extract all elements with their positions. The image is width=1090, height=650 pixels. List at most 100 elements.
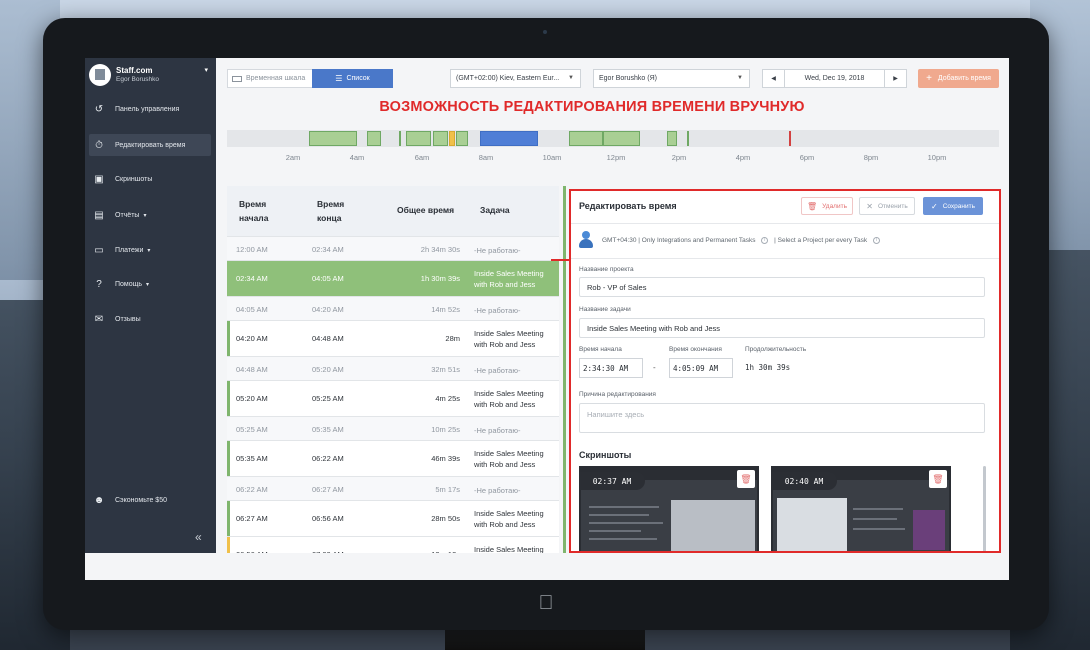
project-field[interactable]: Rob - VP of Sales bbox=[579, 277, 985, 297]
cell-task: -Не работаю- bbox=[474, 426, 521, 435]
table-row[interactable]: 06:27 AM 06:56 AM 28m 50s Inside Sales Meet… bbox=[227, 500, 559, 536]
table-row[interactable]: 05:35 AM 06:22 AM 46m 39s Inside Sales Meet… bbox=[227, 440, 559, 476]
sidebar-item-dashboard[interactable]: ↺ Панель управления bbox=[89, 98, 211, 120]
table-row[interactable]: 04:20 AM 04:48 AM 28m Inside Sales Meeting … bbox=[227, 320, 559, 356]
screenshots-icon: ▣ bbox=[94, 173, 104, 185]
cell-task: Inside Sales Meeting with Rob and Jess bbox=[474, 269, 544, 289]
table-row[interactable]: 06:22 AM 06:27 AM 5m 17s -Не работаю- bbox=[227, 476, 559, 500]
trash-icon[interactable]: 🗑 bbox=[737, 470, 755, 488]
task-label: Название задачи bbox=[579, 306, 631, 313]
sidebar-item-label: Скриншоты bbox=[115, 175, 153, 183]
caret-down-icon: ▾ bbox=[147, 247, 151, 254]
help-icon: ? bbox=[96, 278, 102, 290]
timeline-segment[interactable] bbox=[449, 131, 455, 146]
timeline-tick: 10pm bbox=[927, 153, 947, 162]
table-row[interactable]: 04:05 AM 04:20 AM 14m 52s -Не работаю- bbox=[227, 296, 559, 320]
screenshots-heading: Скриншоты bbox=[579, 450, 632, 460]
timeline-segment[interactable] bbox=[667, 131, 677, 146]
delete-label: Удалить bbox=[822, 202, 847, 210]
timeline-tick: 8pm bbox=[863, 153, 879, 162]
prev-day-button[interactable]: ◀ bbox=[763, 70, 785, 87]
sidebar-item-help[interactable]: ? Помощь ▾ bbox=[89, 273, 211, 295]
sidebar-item-reports[interactable]: ▤ Отчёты ▾ bbox=[89, 204, 211, 226]
timeline-segment[interactable] bbox=[406, 131, 431, 146]
scrollbar[interactable] bbox=[983, 466, 986, 551]
table-row[interactable]: 02:34 AM 04:05 AM 1h 30m 39s Inside Sales M… bbox=[227, 260, 559, 296]
avatar-head bbox=[582, 231, 590, 239]
collapse-sidebar-icon[interactable]: « bbox=[195, 530, 202, 544]
sidebar-item-label: Отчёты bbox=[115, 211, 140, 219]
header-total: Общее время bbox=[397, 205, 455, 215]
caret-down-icon: ▾ bbox=[146, 281, 150, 288]
cancel-button[interactable]: ✕ Отменить bbox=[859, 197, 915, 215]
edit-reason-input[interactable]: Напишите здесь bbox=[579, 403, 985, 433]
table-row[interactable]: 05:25 AM 05:35 AM 10m 25s -Не работаю- bbox=[227, 416, 559, 440]
timeline-segment[interactable] bbox=[687, 131, 689, 146]
info-icon[interactable]: i bbox=[872, 237, 880, 244]
end-time-input[interactable]: 4:05:09 AM bbox=[669, 358, 733, 378]
timeline-segment[interactable] bbox=[603, 131, 640, 146]
employee-select[interactable]: Egor Borushko (Я) ▼ bbox=[593, 69, 750, 88]
cell-end: 06:22 AM bbox=[312, 454, 344, 463]
view-timeline-button[interactable]: Временная шкала bbox=[227, 69, 313, 88]
timeline-segment[interactable] bbox=[456, 131, 468, 146]
cell-start: 04:20 AM bbox=[236, 334, 268, 343]
view-list-button[interactable]: ☰ Список bbox=[312, 69, 393, 88]
screenshot-thumbnail[interactable]: 02:37 AM 🗑 bbox=[579, 466, 759, 551]
sidebar-item-edit-time[interactable]: ⏱ Редактировать время bbox=[89, 134, 211, 156]
duration-value: 1h 30m 39s bbox=[745, 363, 791, 372]
cell-end: 04:48 AM bbox=[312, 334, 344, 343]
caret-down-icon: ▼ bbox=[568, 75, 574, 81]
save-button[interactable]: ✓ Сохранить bbox=[923, 197, 983, 215]
sidebar-item-feedback[interactable]: ✉ Отзывы bbox=[89, 308, 211, 330]
screenshot-line bbox=[589, 522, 663, 524]
cancel-label: Отменить bbox=[878, 202, 908, 210]
view-list-label: Список bbox=[346, 75, 370, 82]
date-value[interactable]: Wed, Dec 19, 2018 bbox=[785, 75, 884, 82]
cell-total: 2h 34m 30s bbox=[420, 245, 460, 254]
company-logo bbox=[89, 64, 111, 86]
cell-total: 46m 39s bbox=[431, 454, 460, 463]
timeline-segment[interactable] bbox=[569, 131, 603, 146]
dashboard-icon: ↺ bbox=[94, 103, 104, 115]
cell-end: 05:35 AM bbox=[312, 425, 344, 434]
list-icon: ☰ bbox=[335, 74, 343, 83]
sidebar-item-save-50[interactable]: ☻ Сэкономьте $50 bbox=[89, 489, 211, 511]
task-field[interactable]: Inside Sales Meeting with Rob and Jess bbox=[579, 318, 985, 338]
sidebar-item-label: Отзывы bbox=[115, 315, 141, 323]
table-row[interactable]: 06:56 AM 07:09 AM 12m 12s Inside Sales Meet… bbox=[227, 536, 559, 553]
cell-start: 12:00 AM bbox=[236, 245, 268, 254]
account-switcher[interactable]: Staff.com Egor Borushko ▾ bbox=[89, 64, 212, 92]
timezone-info-text: GMT+04:30 | Only Integrations and Perman… bbox=[602, 237, 756, 245]
day-timeline[interactable] bbox=[227, 130, 999, 147]
delete-button[interactable]: 🗑 Удалить bbox=[801, 197, 853, 215]
header-end: Время конца bbox=[317, 199, 345, 223]
next-day-button[interactable]: ▶ bbox=[884, 70, 906, 87]
cell-total: 14m 52s bbox=[431, 305, 460, 314]
trash-icon[interactable]: 🗑 bbox=[929, 470, 947, 488]
timezone-select[interactable]: (GMT+02:00) Kiev, Eastern Eur... ▼ bbox=[450, 69, 581, 88]
cell-start: 04:05 AM bbox=[236, 305, 268, 314]
start-time-input[interactable]: 2:34:30 AM bbox=[579, 358, 643, 378]
sidebar-item-screenshots[interactable]: ▣ Скриншоты bbox=[89, 168, 211, 190]
info-icon[interactable]: i bbox=[761, 237, 769, 244]
timeline-segment-selected[interactable] bbox=[480, 131, 538, 146]
table-row[interactable]: 12:00 AM 02:34 AM 2h 34m 30s -Не работаю- bbox=[227, 236, 559, 260]
table-row[interactable]: 04:48 AM 05:20 AM 32m 51s -Не работаю- bbox=[227, 356, 559, 380]
timeline-segment[interactable] bbox=[309, 131, 357, 146]
timeline-segment[interactable] bbox=[367, 131, 381, 146]
cell-end: 07:09 AM bbox=[312, 550, 344, 553]
add-time-button[interactable]: + Добавить время bbox=[918, 69, 999, 88]
timeline-tick: 12pm bbox=[606, 153, 626, 162]
table-row[interactable]: 05:20 AM 05:25 AM 4m 25s Inside Sales Meeti… bbox=[227, 380, 559, 416]
sidebar-item-payments[interactable]: ▭ Платежи ▾ bbox=[89, 239, 211, 261]
cell-task: Inside Sales Meeting bbox=[474, 545, 544, 553]
timeline-tick: 4am bbox=[349, 153, 365, 162]
divider bbox=[571, 258, 999, 259]
timeline-tick: 6am bbox=[414, 153, 430, 162]
feedback-icon: ✉ bbox=[94, 313, 104, 325]
screenshot-thumbnail[interactable]: 02:40 AM 🗑 bbox=[771, 466, 951, 551]
timeline-tick: 4pm bbox=[735, 153, 751, 162]
timeline-segment[interactable] bbox=[399, 131, 401, 146]
timeline-segment[interactable] bbox=[433, 131, 448, 146]
